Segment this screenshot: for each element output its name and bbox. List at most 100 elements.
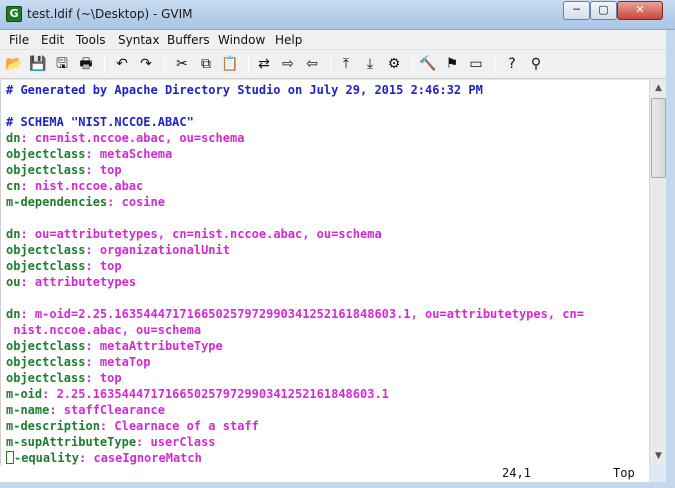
menu-buffers[interactable]: Buffers: [167, 33, 210, 47]
save-all-icon[interactable]: 🖫: [52, 55, 72, 74]
scroll-down-arrow[interactable]: ▼: [650, 448, 667, 465]
replace-icon[interactable]: ⇄: [254, 55, 274, 74]
ldif-attribute-name: objectclass: [6, 355, 86, 369]
editor-line: -equality: caseIgnoreMatch: [6, 450, 202, 466]
ldif-attribute-value: : ou=attributetypes, cn=nist.nccoe.abac,…: [20, 227, 382, 241]
editor-line: objectclass: metaAttributeType: [6, 338, 223, 354]
editor-line: dn: cn=nist.nccoe.abac, ou=schema: [6, 130, 244, 146]
ldif-attribute-value: : cn=nist.nccoe.abac, ou=schema: [20, 131, 245, 145]
editor-line: objectclass: metaTop: [6, 354, 151, 370]
editor-line: cn: nist.nccoe.abac: [6, 178, 143, 194]
editor-line: ou: attributetypes: [6, 274, 136, 290]
ldif-attribute-name: dn: [6, 131, 21, 145]
text-cursor: [6, 451, 14, 464]
load-session-icon[interactable]: ⤒: [336, 55, 356, 74]
redo-icon[interactable]: ↷: [136, 55, 156, 74]
find-help-icon[interactable]: ⚲: [526, 55, 546, 74]
toolbar: 📂 💾 🖫 🖶 ↶ ↷ ✂ ⧉ 📋 ⇄ ⇨ ⇦ ⤒ ⤓ ⚙ 🔨 ⚑ ▭ ? ⚲: [0, 50, 675, 79]
window-frame-right: [666, 30, 675, 488]
make-icon[interactable]: 🔨: [418, 55, 438, 74]
editor-line: nist.nccoe.abac, ou=schema: [6, 322, 201, 338]
open-icon[interactable]: 📂: [4, 55, 24, 74]
toolbar-separator: [164, 56, 165, 73]
window-title: test.ldif (~\Desktop) - GVIM: [27, 7, 193, 21]
ldif-attribute-name: -equality: [14, 451, 80, 465]
editor-line: objectclass: top: [6, 162, 122, 178]
ldif-comment: # SCHEMA "NIST.NCCOE.ABAC": [6, 115, 194, 129]
run-script-icon[interactable]: ⚙: [384, 55, 404, 74]
ldif-attribute-value: : metaSchema: [85, 147, 173, 161]
editor-line: m-dependencies: cosine: [6, 194, 165, 210]
save-icon[interactable]: 💾: [28, 55, 48, 74]
ldif-attribute-name: m-supAttributeType: [6, 435, 137, 449]
editor-line: # SCHEMA "NIST.NCCOE.ABAC": [6, 114, 194, 130]
ldif-attribute-value: nist.nccoe.abac, ou=schema: [6, 323, 202, 337]
ldif-attribute-value: : caseIgnoreMatch: [79, 451, 202, 465]
print-icon[interactable]: 🖶: [76, 55, 96, 74]
editor-line: dn: ou=attributetypes, cn=nist.nccoe.aba…: [6, 226, 382, 242]
ldif-attribute-name: m-description: [6, 419, 100, 433]
editor-line: objectclass: metaSchema: [6, 146, 172, 162]
toolbar-separator: [494, 56, 495, 73]
toolbar-separator: [330, 56, 331, 73]
ldif-attribute-value: : m-oid=2.25.163544471716650257972990341…: [20, 307, 584, 321]
ldif-attribute-name: objectclass: [6, 163, 86, 177]
toolbar-separator: [104, 56, 105, 73]
jump-tag-icon[interactable]: ▭: [466, 55, 486, 74]
maximize-button[interactable]: ▢: [590, 1, 617, 20]
editor-line: m-name: staffClearance: [6, 402, 165, 418]
copy-icon[interactable]: ⧉: [196, 55, 216, 74]
cursor-position: 24,1: [502, 466, 531, 480]
paste-icon[interactable]: 📋: [220, 55, 240, 74]
ldif-attribute-value: : metaAttributeType: [85, 339, 223, 353]
gvim-app-icon[interactable]: G: [6, 6, 22, 22]
title-bar[interactable]: G test.ldif (~\Desktop) - GVIM ─ ▢ ✕: [0, 0, 675, 30]
ldif-attribute-name: objectclass: [6, 371, 86, 385]
close-button[interactable]: ✕: [617, 1, 663, 20]
ldif-attribute-value: : top: [85, 371, 122, 385]
menu-tools[interactable]: Tools: [76, 33, 106, 47]
vertical-scrollbar[interactable]: ▲ ▼: [649, 80, 666, 465]
cut-icon[interactable]: ✂: [172, 55, 192, 74]
save-session-icon[interactable]: ⤓: [360, 55, 380, 74]
text-editor-area[interactable]: # Generated by Apache Directory Studio o…: [0, 80, 649, 465]
tags-icon[interactable]: ⚑: [442, 55, 462, 74]
help-icon[interactable]: ?: [502, 55, 522, 74]
find-prev-icon[interactable]: ⇦: [302, 55, 322, 74]
ldif-attribute-name: m-oid: [6, 387, 43, 401]
undo-icon[interactable]: ↶: [112, 55, 132, 74]
ldif-attribute-value: : top: [85, 163, 122, 177]
ldif-attribute-value: : organizationalUnit: [85, 243, 230, 257]
ldif-attribute-name: objectclass: [6, 339, 86, 353]
scrollbar-thumb[interactable]: [651, 98, 666, 178]
menu-help[interactable]: Help: [275, 33, 302, 47]
menu-syntax[interactable]: Syntax: [118, 33, 159, 47]
ldif-attribute-name: objectclass: [6, 259, 86, 273]
editor-line: # Generated by Apache Directory Studio o…: [6, 82, 483, 98]
ldif-attribute-name: m-dependencies: [6, 195, 108, 209]
menu-window[interactable]: Window: [218, 33, 265, 47]
ldif-attribute-name: cn: [6, 179, 21, 193]
ldif-attribute-name: objectclass: [6, 147, 86, 161]
window-frame-bottom: [0, 482, 675, 488]
find-next-icon[interactable]: ⇨: [278, 55, 298, 74]
menu-file[interactable]: File: [9, 33, 29, 47]
status-line: 24,1 Top: [0, 465, 649, 482]
ldif-attribute-name: dn: [6, 307, 21, 321]
editor-line: m-supAttributeType: userClass: [6, 434, 216, 450]
ldif-attribute-value: : metaTop: [85, 355, 151, 369]
menu-bar: File Edit Tools Syntax Buffers Window He…: [0, 30, 675, 50]
editor-line: objectclass: organizationalUnit: [6, 242, 230, 258]
menu-edit[interactable]: Edit: [41, 33, 64, 47]
editor-line: m-oid: 2.25.1635444717166502579729903412…: [6, 386, 389, 402]
ldif-attribute-value: : attributetypes: [20, 275, 137, 289]
scroll-up-arrow[interactable]: ▲: [650, 80, 667, 97]
toolbar-separator: [248, 56, 249, 73]
minimize-button[interactable]: ─: [563, 1, 590, 20]
ldif-attribute-value: : cosine: [107, 195, 165, 209]
toolbar-separator: [412, 56, 413, 73]
ldif-attribute-value: : top: [85, 259, 122, 273]
scroll-position: Top: [613, 466, 635, 480]
ldif-attribute-name: dn: [6, 227, 21, 241]
ldif-attribute-name: ou: [6, 275, 21, 289]
